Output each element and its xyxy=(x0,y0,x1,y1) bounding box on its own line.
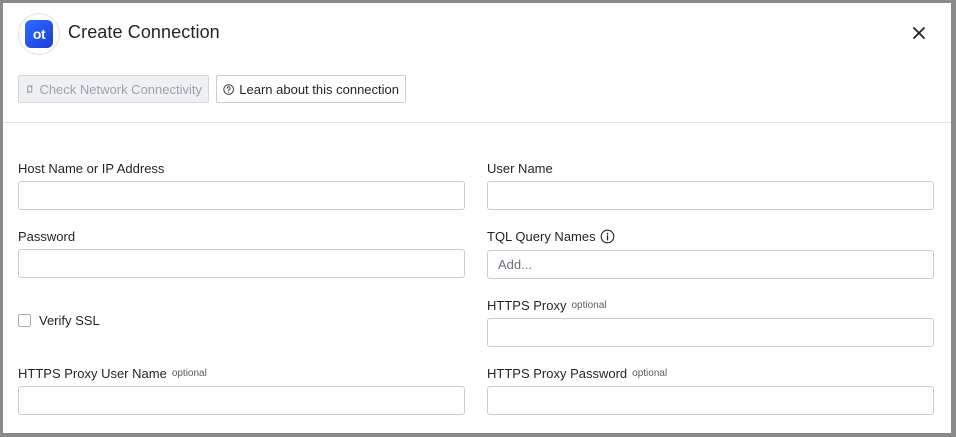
close-icon[interactable] xyxy=(913,27,925,39)
verify-ssl-checkbox-row[interactable]: Verify SSL xyxy=(18,313,100,328)
network-check-icon xyxy=(26,84,33,94)
https-proxy-input[interactable] xyxy=(487,318,934,347)
check-network-label: Check Network Connectivity xyxy=(39,81,202,97)
ot-logo-icon: ot xyxy=(25,20,53,48)
password-label-text: Password xyxy=(18,229,76,244)
verify-ssl-label: Verify SSL xyxy=(39,313,100,328)
tql-query-names-input[interactable] xyxy=(487,250,934,279)
host-name-label-text: Host Name or IP Address xyxy=(18,161,165,176)
https-proxy-user-name-label: HTTPS Proxy User Name optional xyxy=(18,366,207,381)
create-connection-dialog: ot Create Connection Check Network Conne… xyxy=(3,3,951,433)
tql-query-names-label: TQL Query Names xyxy=(487,229,615,244)
user-name-label: User Name xyxy=(487,161,553,176)
https-proxy-label-text: HTTPS Proxy xyxy=(487,298,567,313)
logo-text: ot xyxy=(32,26,46,42)
optional-tag: optional xyxy=(632,368,668,379)
https-proxy-label: HTTPS Proxy optional xyxy=(487,298,607,313)
dialog-header: ot Create Connection xyxy=(3,3,951,61)
optional-tag: optional xyxy=(171,368,207,379)
tql-query-names-label-text: TQL Query Names xyxy=(487,229,596,244)
learn-about-connection-button[interactable]: Learn about this connection xyxy=(216,75,406,103)
dialog-toolbar: Check Network Connectivity Learn about t… xyxy=(3,75,951,105)
https-proxy-password-label: HTTPS Proxy Password optional xyxy=(487,366,667,381)
host-name-label: Host Name or IP Address xyxy=(18,161,164,176)
password-input[interactable] xyxy=(18,249,465,278)
https-proxy-user-name-label-text: HTTPS Proxy User Name xyxy=(18,366,167,381)
password-label: Password xyxy=(18,229,75,244)
close-button[interactable] xyxy=(909,23,929,43)
user-name-input[interactable] xyxy=(487,181,934,210)
check-network-connectivity-button[interactable]: Check Network Connectivity xyxy=(18,75,209,103)
https-proxy-user-name-input[interactable] xyxy=(18,386,465,415)
https-proxy-password-label-text: HTTPS Proxy Password xyxy=(487,366,628,381)
host-name-input[interactable] xyxy=(18,181,465,210)
header-divider xyxy=(3,122,951,123)
dialog-title: Create Connection xyxy=(68,22,220,42)
user-name-label-text: User Name xyxy=(487,161,553,176)
verify-ssl-checkbox[interactable] xyxy=(18,314,31,327)
optional-tag: optional xyxy=(571,300,607,311)
https-proxy-password-input[interactable] xyxy=(487,386,934,415)
help-circle-icon xyxy=(223,83,234,95)
connector-logo: ot xyxy=(18,13,60,55)
info-icon[interactable] xyxy=(600,229,615,244)
learn-about-connection-label: Learn about this connection xyxy=(239,81,399,97)
